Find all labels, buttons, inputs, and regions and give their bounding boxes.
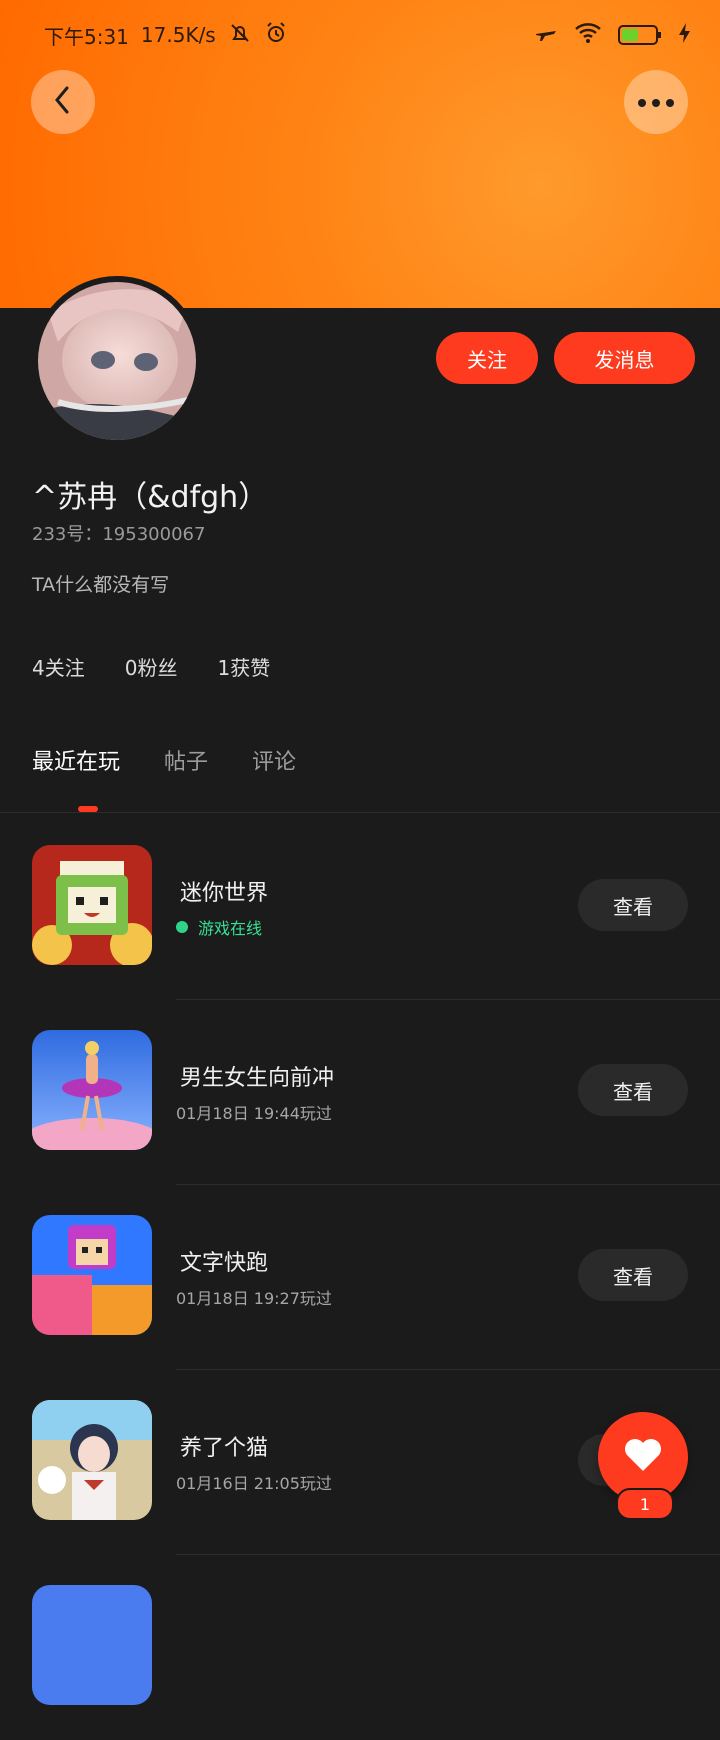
game-last-played: 01月18日 19:44玩过	[176, 1100, 332, 1124]
online-label: 游戏在线	[198, 919, 263, 938]
follow-button[interactable]: 关注	[436, 332, 538, 384]
profile-id: 233号：195300067	[32, 524, 206, 545]
airplane-icon	[534, 21, 558, 50]
likes-count: 1获赞	[217, 656, 271, 680]
tab-comments[interactable]: 评论	[252, 744, 296, 776]
last-played-label: 01月18日 19:27玩过	[176, 1289, 332, 1308]
list-item[interactable]: 男生女生向前冲 01月18日 19:44玩过 查看	[0, 1000, 720, 1185]
game-thumbnail	[32, 1400, 152, 1520]
battery-icon	[618, 24, 662, 46]
game-thumbnail	[32, 1215, 152, 1335]
last-played-label: 01月16日 21:05玩过	[176, 1474, 332, 1493]
game-title: 迷你世界	[180, 881, 269, 906]
profile-name: ^苏冉（&dfgh）	[32, 480, 269, 515]
wifi-icon	[574, 21, 602, 50]
list-item[interactable]: 文字快跑 01月18日 19:27玩过 查看	[0, 1185, 720, 1370]
game-thumbnail	[32, 845, 152, 965]
status-left: 下午5:31 17.5K/s	[44, 21, 288, 50]
more-button[interactable]	[624, 70, 688, 134]
more-icon	[636, 93, 676, 112]
status-time: 下午5:31	[44, 24, 129, 49]
charging-icon	[678, 22, 692, 49]
game-title: 文字快跑	[180, 1251, 269, 1276]
followers-count[interactable]: 0粉丝	[125, 652, 178, 681]
game-thumbnail	[32, 1030, 152, 1150]
back-button[interactable]	[31, 70, 95, 134]
mute-icon	[228, 21, 252, 50]
tab-divider	[0, 812, 720, 813]
game-last-played: 01月18日 19:27玩过	[176, 1285, 332, 1309]
view-button[interactable]: 查看	[578, 879, 688, 931]
avatar-frame	[32, 276, 202, 446]
list-item[interactable]	[0, 1555, 720, 1740]
last-played-label: 01月18日 19:44玩过	[176, 1104, 332, 1123]
game-title: 男生女生向前冲	[180, 1066, 335, 1091]
status-right	[534, 21, 692, 50]
game-last-played: 01月16日 21:05玩过	[176, 1470, 332, 1494]
avatar[interactable]	[38, 282, 196, 440]
network-speed: 17.5K/s	[140, 23, 216, 47]
profile-bio: TA什么都没有写	[32, 574, 170, 596]
game-status: 游戏在线	[176, 915, 262, 939]
like-count-badge: 1	[616, 1488, 674, 1520]
message-button[interactable]: 发消息	[554, 332, 695, 384]
back-arrow-icon	[47, 84, 79, 120]
profile-tabs: 最近在玩 帖子 评论	[32, 744, 296, 776]
profile-stats: 4关注 0粉丝 1获赞	[32, 652, 270, 681]
view-button[interactable]: 查看	[578, 1249, 688, 1301]
following-count[interactable]: 4关注	[32, 652, 85, 681]
view-button[interactable]: 查看	[578, 1064, 688, 1116]
list-item[interactable]: 迷你世界 游戏在线 查看	[0, 815, 720, 1000]
alarm-icon	[264, 21, 288, 50]
game-title: 养了个猫	[180, 1436, 269, 1461]
tab-recent[interactable]: 最近在玩	[32, 744, 120, 776]
game-thumbnail	[32, 1585, 152, 1705]
online-dot-icon	[176, 921, 188, 933]
heart-icon	[623, 1437, 663, 1477]
status-bar: 下午5:31 17.5K/s	[44, 18, 692, 52]
tab-posts[interactable]: 帖子	[164, 744, 208, 776]
